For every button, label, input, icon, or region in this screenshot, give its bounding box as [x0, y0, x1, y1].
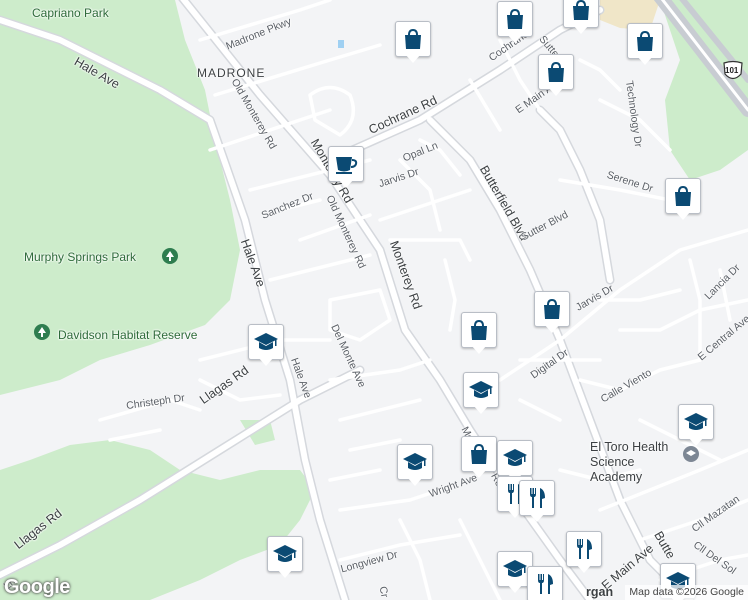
- park-label[interactable]: Davidson Habitat Reserve: [58, 328, 197, 342]
- marker-pointer: [688, 437, 704, 446]
- graduation-cap-icon: [463, 372, 499, 408]
- marker-pointer: [471, 345, 487, 354]
- shopping-bag-icon: [461, 436, 497, 472]
- shopping-bag-icon: [534, 291, 570, 327]
- marker-pointer: [529, 513, 545, 522]
- map-attribution[interactable]: Map data ©2026 Google: [625, 585, 748, 600]
- graduation-cap-icon: [248, 324, 284, 360]
- marker-pointer: [277, 569, 293, 578]
- marker-pointer: [507, 34, 523, 43]
- marker-pointer: [405, 54, 421, 63]
- marker-pointer: [471, 469, 487, 478]
- graduation-cap-icon: [267, 536, 303, 572]
- shopping-bag-icon: [563, 0, 599, 28]
- graduation-cap-icon: [397, 444, 433, 480]
- shopping-marker[interactable]: [538, 54, 574, 100]
- street-label: Cr: [376, 585, 391, 599]
- shopping-marker[interactable]: [563, 0, 599, 38]
- marker-pointer: [675, 211, 691, 220]
- shopping-bag-icon: [538, 54, 574, 90]
- fork-knife-icon: [566, 531, 602, 567]
- shopping-marker[interactable]: [497, 1, 533, 47]
- shopping-marker[interactable]: [461, 312, 497, 358]
- marker-pointer: [473, 405, 489, 414]
- park-label[interactable]: Capriano Park: [32, 6, 109, 20]
- shopping-marker[interactable]: [627, 23, 663, 69]
- school-marker[interactable]: [463, 372, 499, 418]
- shopping-marker[interactable]: [665, 178, 701, 224]
- shopping-marker[interactable]: [395, 21, 431, 67]
- shopping-bag-icon: [627, 23, 663, 59]
- coffee-cup-icon: [328, 146, 364, 182]
- restaurant-marker[interactable]: [566, 531, 602, 577]
- park-icon[interactable]: [162, 248, 178, 264]
- school-marker[interactable]: [678, 404, 714, 450]
- park-label[interactable]: Murphy Springs Park: [24, 250, 136, 264]
- fork-knife-icon: [519, 480, 555, 516]
- school-marker[interactable]: [267, 536, 303, 582]
- map-canvas[interactable]: 101 MADRONE Capriano Park Murphy Springs…: [0, 0, 748, 600]
- restaurant-marker[interactable]: [519, 480, 555, 526]
- marker-pointer: [407, 477, 423, 486]
- cafe-marker[interactable]: [328, 146, 364, 192]
- shopping-bag-icon: [665, 178, 701, 214]
- school-marker[interactable]: [397, 444, 433, 490]
- marker-pointer: [637, 56, 653, 65]
- marker-pointer: [576, 564, 592, 573]
- marker-pointer: [258, 357, 274, 366]
- marker-pointer: [338, 179, 354, 188]
- shopping-bag-icon: [461, 312, 497, 348]
- shopping-marker[interactable]: [534, 291, 570, 337]
- shopping-bag-icon: [497, 1, 533, 37]
- restaurant-marker[interactable]: [527, 566, 563, 600]
- marker-pointer: [507, 584, 523, 593]
- park-icon[interactable]: [34, 324, 50, 340]
- area-label: MADRONE: [197, 66, 266, 80]
- highway-shield-label: 101: [725, 66, 739, 75]
- marker-pointer: [573, 25, 589, 34]
- street-label: rgan: [586, 585, 614, 599]
- school-marker[interactable]: [248, 324, 284, 370]
- graduation-cap-icon: [497, 440, 533, 476]
- marker-pointer: [544, 324, 560, 333]
- place-label[interactable]: El Toro Health Science Academy: [590, 440, 686, 485]
- graduation-cap-icon: [678, 404, 714, 440]
- marker-pointer: [548, 87, 564, 96]
- shopping-bag-icon: [395, 21, 431, 57]
- google-logo[interactable]: Google: [4, 576, 70, 599]
- fork-knife-icon: [527, 566, 563, 600]
- shopping-marker[interactable]: [461, 436, 497, 482]
